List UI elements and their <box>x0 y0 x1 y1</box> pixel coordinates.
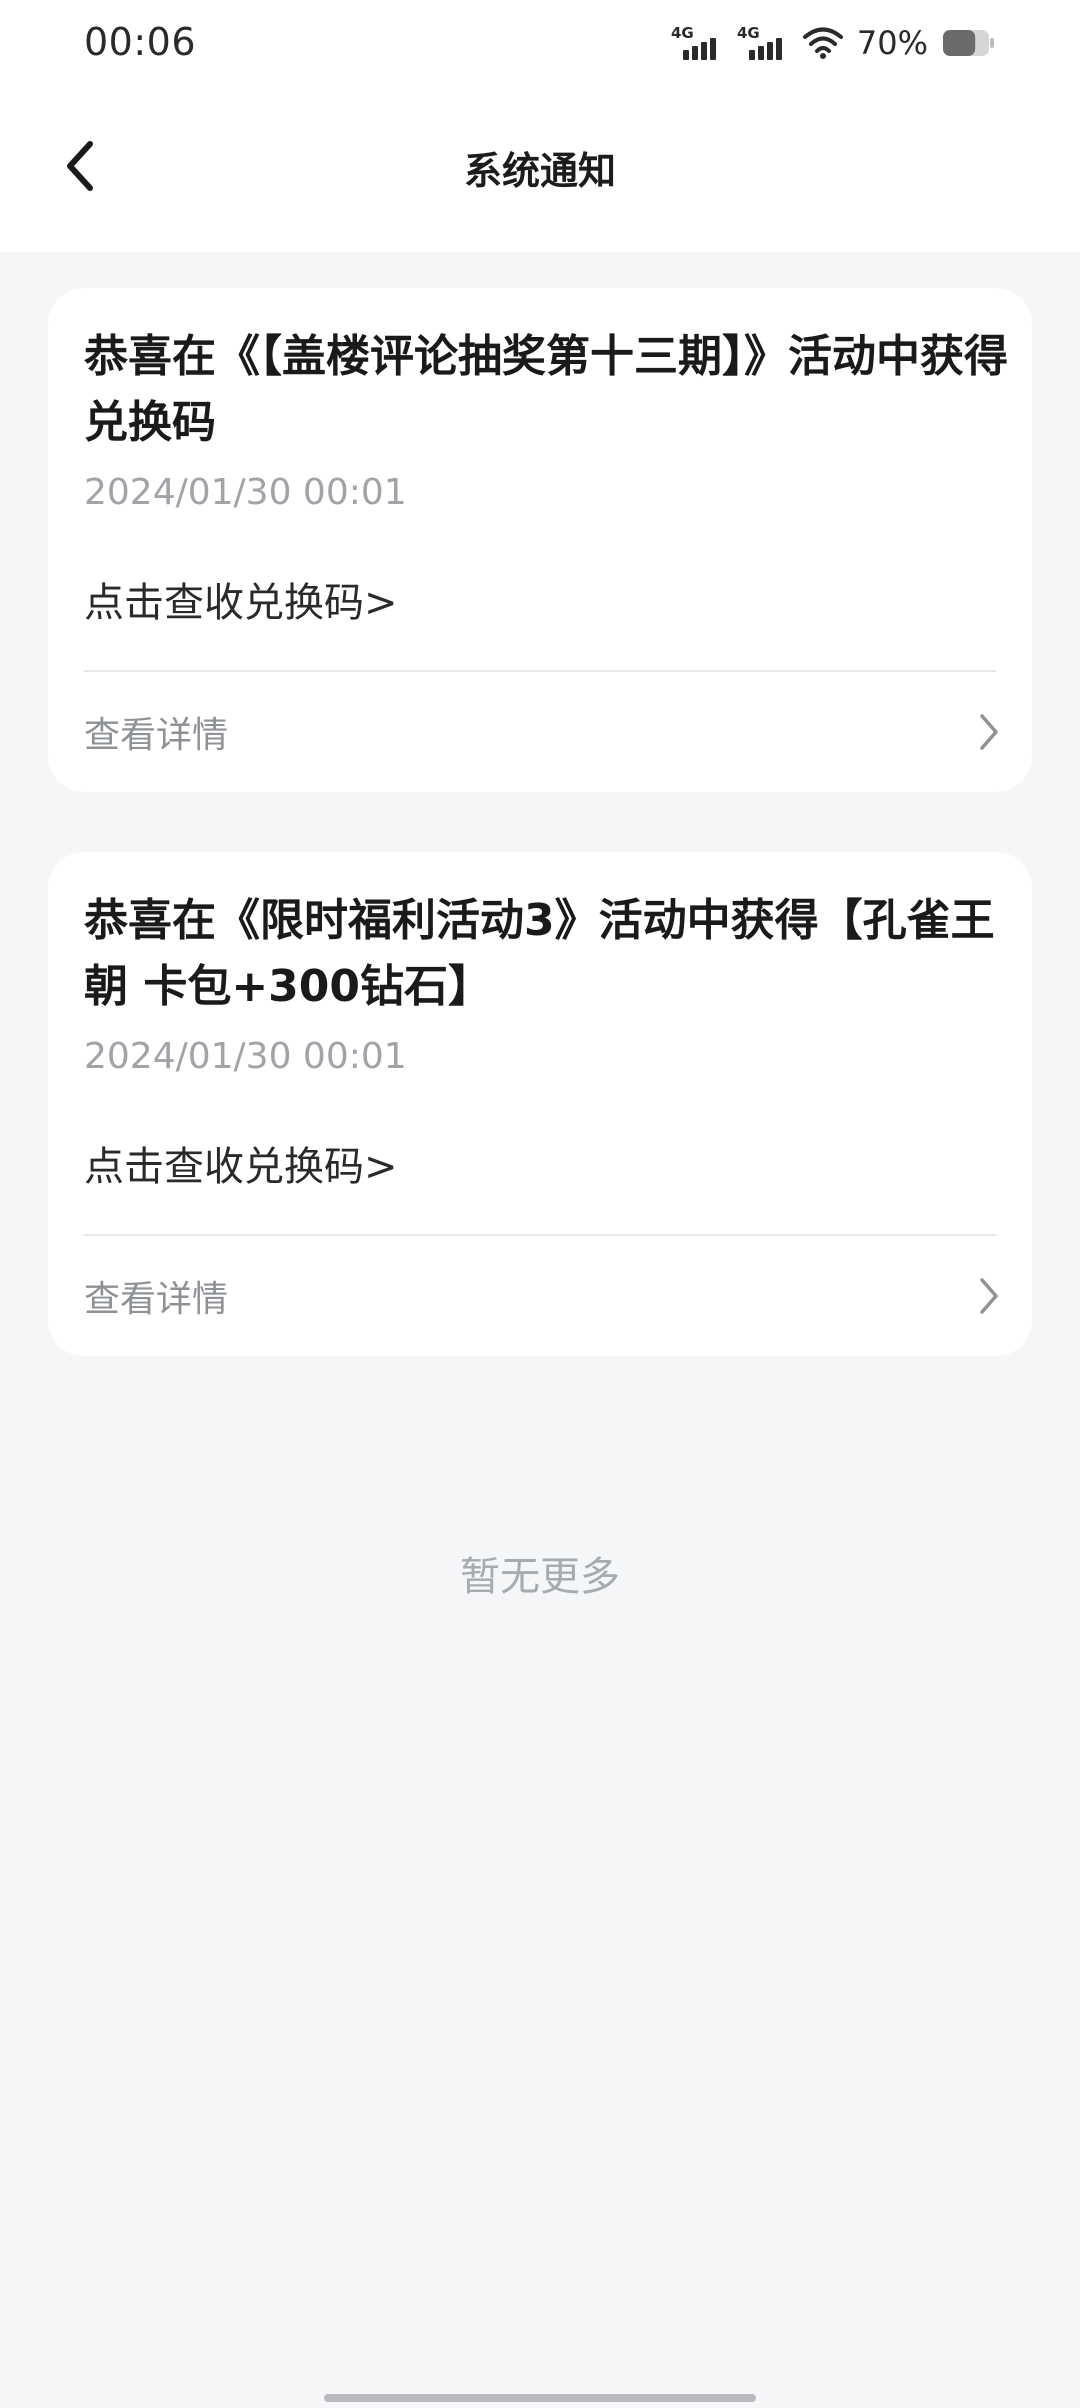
cellular-signal-icon: 4G <box>671 24 716 60</box>
home-indicator[interactable] <box>324 2394 756 2402</box>
view-details-row[interactable]: 查看详情 <box>84 672 1004 792</box>
chevron-right-icon <box>980 714 998 750</box>
view-details-label: 查看详情 <box>84 1279 229 1320</box>
notification-title: 恭喜在《【盖楼评论抽奖第十三期】》活动中获得兑换码 <box>84 331 1008 448</box>
notification-card[interactable]: 恭喜在《限时福利活动3》活动中获得【孔雀王朝 卡包+300钻石】 2024/01… <box>48 852 1032 1356</box>
redeem-code-link[interactable]: 点击查收兑换码> <box>84 570 398 628</box>
status-time: 00:06 <box>84 20 197 64</box>
status-bar: 00:06 4G 4G 70% <box>0 0 1080 86</box>
chevron-right-icon <box>980 1278 998 1314</box>
no-more-text: 暂无更多 <box>460 1554 620 1600</box>
wifi-icon <box>802 27 843 59</box>
view-details-row[interactable]: 查看详情 <box>84 1236 1004 1356</box>
cellular-signal-icon-2: 4G <box>737 24 782 60</box>
network-type-label-2: 4G <box>737 24 760 42</box>
notification-title: 恭喜在《限时福利活动3》活动中获得【孔雀王朝 卡包+300钻石】 <box>84 895 995 1012</box>
notification-card[interactable]: 恭喜在《【盖楼评论抽奖第十三期】》活动中获得兑换码 2024/01/30 00:… <box>48 288 1032 792</box>
page-header: 系统通知 <box>0 86 1080 252</box>
notification-date: 2024/01/30 00:01 <box>84 472 407 513</box>
network-type-label-1: 4G <box>671 24 694 42</box>
notification-date: 2024/01/30 00:01 <box>84 1036 407 1077</box>
battery-percentage: 70% <box>856 24 928 62</box>
view-details-label: 查看详情 <box>84 715 229 756</box>
redeem-code-link[interactable]: 点击查收兑换码> <box>84 1134 398 1192</box>
battery-icon <box>943 30 994 56</box>
page-title: 系统通知 <box>463 149 616 193</box>
status-indicators: 4G 4G 70% <box>671 20 996 66</box>
